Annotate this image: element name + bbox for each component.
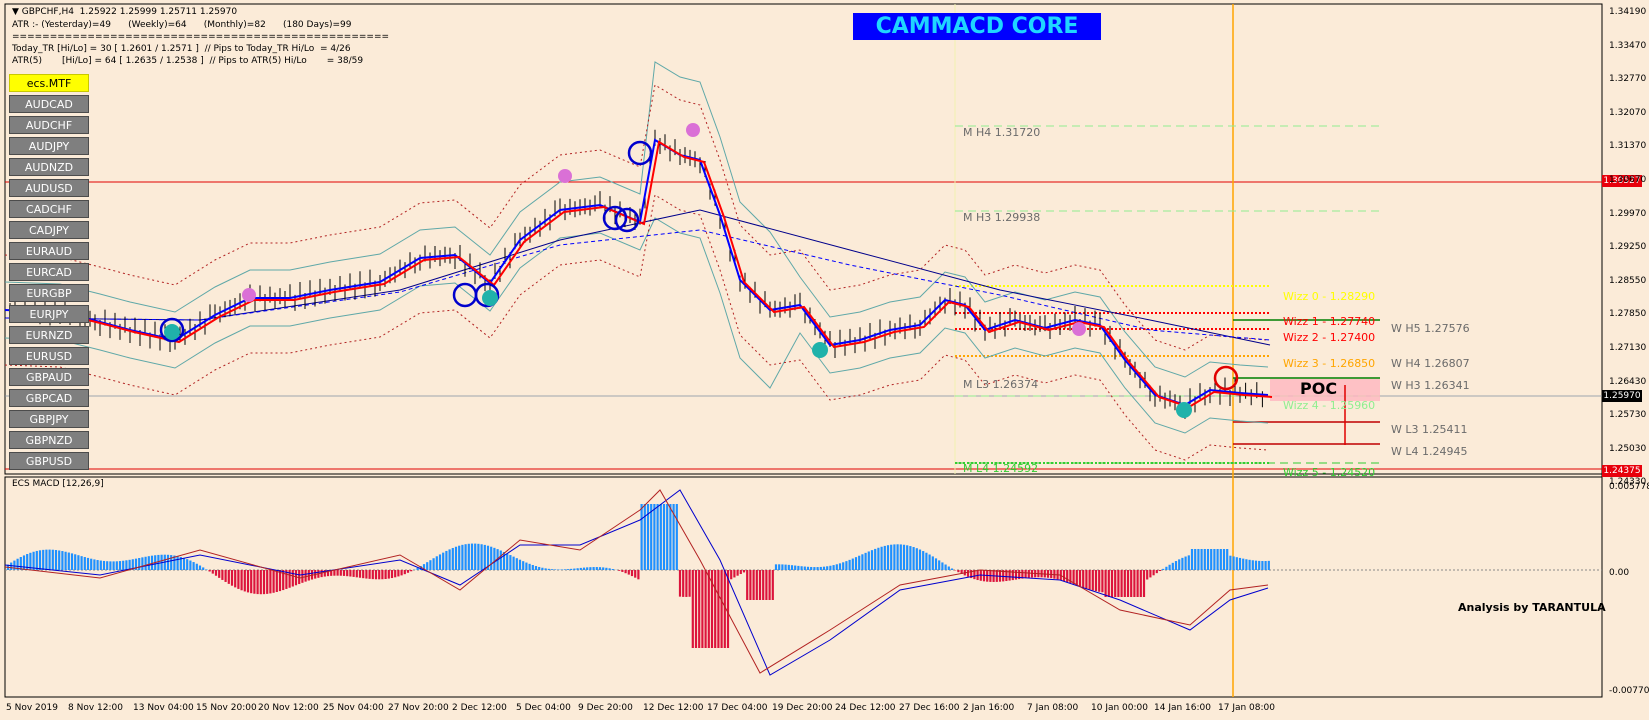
today-tr-info: Today_TR [Hi/Lo] = 30 [ 1.2601 / 1.2571 … — [12, 44, 351, 54]
time-tick-label: 17 Jan 08:00 — [1218, 703, 1275, 713]
symbol-button-gbpnzd[interactable]: GBPNZD — [9, 431, 89, 449]
time-tick-label: 5 Dec 04:00 — [516, 703, 571, 713]
signal-circle — [627, 140, 653, 166]
time-tick-label: 8 Nov 12:00 — [68, 703, 123, 713]
time-tick-label: 17 Dec 04:00 — [707, 703, 768, 713]
price-tick-label: 1.27130 — [1609, 343, 1647, 353]
price-tick-label: 1.26430 — [1609, 376, 1647, 387]
macd-title: ECS MACD [12,26,9] — [12, 479, 104, 489]
symbol-button-eurcad[interactable]: EURCAD — [9, 263, 89, 281]
symbol-button-ecs-mtf[interactable]: ecs.MTF — [9, 74, 89, 92]
pink-dot-marker — [686, 123, 700, 137]
price-tick-label: 1.27850 — [1609, 309, 1647, 320]
time-tick-label: 20 Nov 12:00 — [258, 703, 319, 713]
symbol-button-gbpjpy[interactable]: GBPJPY — [9, 410, 89, 428]
macd-axis-bottom: -0.0077016 — [1609, 686, 1649, 696]
atr-info: ATR :- (Yesterday)=49 (Weekly)=64 (Month… — [12, 20, 352, 30]
symbol-button-gbpaud[interactable]: GBPAUD — [9, 368, 89, 386]
symbol-button-eurjpy[interactable]: EURJPY — [9, 305, 89, 323]
price-tick-label: 1.30670 — [1609, 175, 1647, 185]
price-tag-red-bottom: 1.24375 — [1602, 465, 1642, 477]
monthly-level-h3: M H3 1.29938 — [963, 211, 1041, 224]
monthly-level-l4: M L4 1.24592 — [963, 462, 1039, 475]
pink-dot-marker — [1072, 322, 1086, 336]
credit-text: Analysis by TARANTULA — [1458, 601, 1606, 614]
time-tick-label: 24 Dec 12:00 — [835, 703, 896, 713]
symbol-button-audjpy[interactable]: AUDJPY — [9, 137, 89, 155]
pink-dot-marker — [558, 169, 572, 183]
signal-circle — [452, 282, 478, 308]
symbol-button-audnzd[interactable]: AUDNZD — [9, 158, 89, 176]
pink-dot-marker — [242, 288, 256, 302]
price-tick-label: 1.25030 — [1609, 443, 1647, 454]
price-tick-label: 1.24330 — [1609, 477, 1647, 488]
price-tick-label: 1.25730 — [1609, 410, 1647, 421]
time-tick-label: 12 Dec 12:00 — [643, 703, 704, 713]
poc-label: POC — [1300, 379, 1338, 398]
macd-signal-blue — [4, 489, 1269, 676]
wizz-level-5: Wizz 5 - 1.24520 — [1283, 466, 1376, 479]
macd-line-red — [4, 489, 1269, 674]
wizz-level-0: Wizz 0 - 1.28290 — [1283, 290, 1376, 303]
price-tick-label: 1.34190 — [1609, 7, 1647, 17]
price-tag-current: 1.25970 — [1602, 390, 1642, 402]
price-tick-label: 1.31370 — [1609, 141, 1647, 152]
time-tick-label: 9 Dec 20:00 — [578, 703, 633, 713]
price-tick-label: 1.28550 — [1609, 275, 1647, 286]
macd-axis-zero: 0.00 — [1609, 568, 1630, 578]
time-tick-label: 27 Dec 16:00 — [899, 703, 960, 713]
weekly-level-h5: W H5 1.27576 — [1391, 322, 1470, 335]
symbol-button-euraud[interactable]: EURAUD — [9, 242, 89, 260]
symbol-button-eurgbp[interactable]: EURGBP — [9, 284, 89, 302]
time-tick-label: 5 Nov 2019 — [6, 703, 58, 713]
symbol-button-gbpusd[interactable]: GBPUSD — [9, 452, 89, 470]
symbol-button-cadjpy[interactable]: CADJPY — [9, 221, 89, 239]
atr5-info: ATR(5) [Hi/Lo] = 64 [ 1.2635 / 1.2538 ] … — [12, 56, 364, 66]
weekly-level-h3: W H3 1.26341 — [1391, 379, 1470, 392]
symbol-button-eurnzd[interactable]: EURNZD — [9, 326, 89, 344]
symbol-button-gbpcad[interactable]: GBPCAD — [9, 389, 89, 407]
price-tick-label: 1.32770 — [1609, 74, 1647, 85]
wizz-level-1: Wizz 1 - 1.27740 — [1283, 315, 1376, 328]
weekly-level-l3: W L3 1.25411 — [1391, 423, 1468, 436]
time-tick-label: 2 Dec 12:00 — [452, 703, 507, 713]
separator: ========================================… — [12, 32, 390, 42]
teal-dot-marker — [482, 290, 498, 306]
chart-window[interactable]: ▼ GBPCHF,H4 1.25922 1.25999 1.25711 1.25… — [0, 0, 1649, 720]
time-tick-label: 13 Nov 04:00 — [133, 703, 194, 713]
time-tick-label: 2 Jan 16:00 — [963, 703, 1015, 713]
symbol-info: ▼ GBPCHF,H4 1.25922 1.25999 1.25711 1.25… — [12, 7, 238, 17]
teal-dot-marker — [164, 324, 180, 340]
teal-dot-marker — [1176, 402, 1192, 418]
time-tick-label: 19 Dec 20:00 — [772, 703, 833, 713]
time-tick-label: 25 Nov 04:00 — [323, 703, 384, 713]
teal-dot-marker — [812, 342, 828, 358]
price-tick-label: 1.29250 — [1609, 242, 1647, 253]
weekly-level-l4: W L4 1.24945 — [1391, 445, 1468, 458]
price-tick-label: 1.29970 — [1609, 208, 1647, 219]
time-tick-label: 10 Jan 00:00 — [1091, 703, 1148, 713]
time-tick-label: 7 Jan 08:00 — [1027, 703, 1079, 713]
weekly-level-h4: W H4 1.26807 — [1391, 357, 1470, 370]
wizz-level-4: Wizz 4 - 1.25960 — [1283, 399, 1376, 412]
wizz-level-2: Wizz 2 - 1.27400 — [1283, 331, 1376, 344]
price-tick-label: 1.33470 — [1609, 40, 1647, 51]
monthly-level-h4: M H4 1.31720 — [963, 126, 1041, 139]
symbol-button-audchf[interactable]: AUDCHF — [9, 116, 89, 134]
time-tick-label: 27 Nov 20:00 — [388, 703, 449, 713]
monthly-level-l3: M L3 1.26374 — [963, 378, 1039, 391]
symbol-button-audusd[interactable]: AUDUSD — [9, 179, 89, 197]
indicator-banner: CAMMACD CORE — [853, 13, 1101, 40]
price-tick-label: 1.32070 — [1609, 107, 1647, 118]
symbol-button-audcad[interactable]: AUDCAD — [9, 95, 89, 113]
wizz-level-3: Wizz 3 - 1.26850 — [1283, 357, 1376, 370]
symbol-button-cadchf[interactable]: CADCHF — [9, 200, 89, 218]
time-tick-label: 15 Nov 20:00 — [196, 703, 257, 713]
symbol-button-eurusd[interactable]: EURUSD — [9, 347, 89, 365]
time-tick-label: 14 Jan 16:00 — [1154, 703, 1211, 713]
